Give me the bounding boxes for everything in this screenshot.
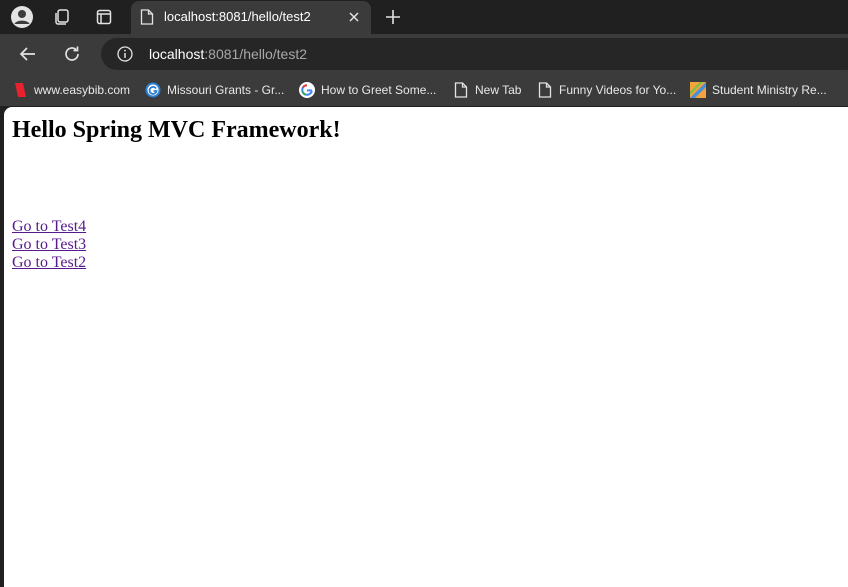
toolbar: localhost:8081/hello/test2 bbox=[0, 34, 848, 74]
profile-icon[interactable] bbox=[10, 5, 34, 29]
link-test2[interactable]: Go to Test2 bbox=[12, 254, 86, 272]
url-host: localhost bbox=[149, 46, 205, 62]
address-bar[interactable]: localhost:8081/hello/test2 bbox=[101, 38, 848, 70]
bookmark-label: Funny Videos for Yo... bbox=[559, 83, 677, 97]
easybib-icon bbox=[12, 82, 28, 98]
tab-strip: localhost:8081/hello/test2 bbox=[0, 0, 848, 34]
page-heading: Hello Spring MVC Framework! bbox=[12, 117, 341, 143]
bookmarks-bar: www.easybib.com Missouri Grants - Gr... … bbox=[0, 74, 848, 106]
back-arrow-icon bbox=[19, 47, 35, 61]
tab-title: localhost:8081/hello/test2 bbox=[164, 9, 311, 24]
bookmark-easybib[interactable]: www.easybib.com bbox=[12, 81, 130, 99]
plus-icon bbox=[386, 10, 400, 24]
active-tab[interactable]: localhost:8081/hello/test2 bbox=[131, 1, 371, 34]
link-test4[interactable]: Go to Test4 bbox=[12, 218, 86, 236]
page-icon bbox=[453, 82, 469, 98]
page-content: Hello Spring MVC Framework! Go to Test4 … bbox=[4, 107, 848, 587]
google-icon bbox=[299, 82, 315, 98]
url-text: localhost:8081/hello/test2 bbox=[149, 46, 307, 62]
link-test3[interactable]: Go to Test3 bbox=[12, 236, 86, 254]
workspaces-icon[interactable] bbox=[50, 5, 74, 29]
bookmark-label: www.easybib.com bbox=[34, 83, 131, 97]
reload-icon bbox=[65, 46, 79, 61]
back-button[interactable] bbox=[16, 42, 40, 66]
bookmark-label: New Tab bbox=[475, 83, 522, 97]
page-icon bbox=[537, 82, 553, 98]
bookmark-funny-videos[interactable]: Funny Videos for Yo... bbox=[537, 81, 676, 99]
link-list: Go to Test4 Go to Test3 Go to Test2 bbox=[12, 218, 86, 272]
close-tab-icon[interactable] bbox=[347, 10, 361, 24]
bookmark-student-ministry[interactable]: Student Ministry Re... bbox=[690, 81, 827, 99]
bookmark-how-to-greet[interactable]: How to Greet Some... bbox=[299, 81, 436, 99]
tab-actions-icon[interactable] bbox=[92, 5, 116, 29]
reload-button[interactable] bbox=[60, 42, 84, 66]
bookmark-new-tab[interactable]: New Tab bbox=[453, 81, 521, 99]
new-tab-button[interactable] bbox=[381, 5, 405, 29]
ministry-icon bbox=[690, 82, 706, 98]
grants-icon bbox=[145, 82, 161, 98]
bookmark-label: Student Ministry Re... bbox=[712, 83, 827, 97]
bookmark-missouri-grants[interactable]: Missouri Grants - Gr... bbox=[145, 81, 284, 99]
bookmark-label: How to Greet Some... bbox=[321, 83, 437, 97]
bookmark-label: Missouri Grants - Gr... bbox=[167, 83, 285, 97]
site-info-icon[interactable] bbox=[117, 46, 133, 62]
url-path: :8081/hello/test2 bbox=[204, 46, 308, 62]
page-icon bbox=[140, 9, 154, 25]
